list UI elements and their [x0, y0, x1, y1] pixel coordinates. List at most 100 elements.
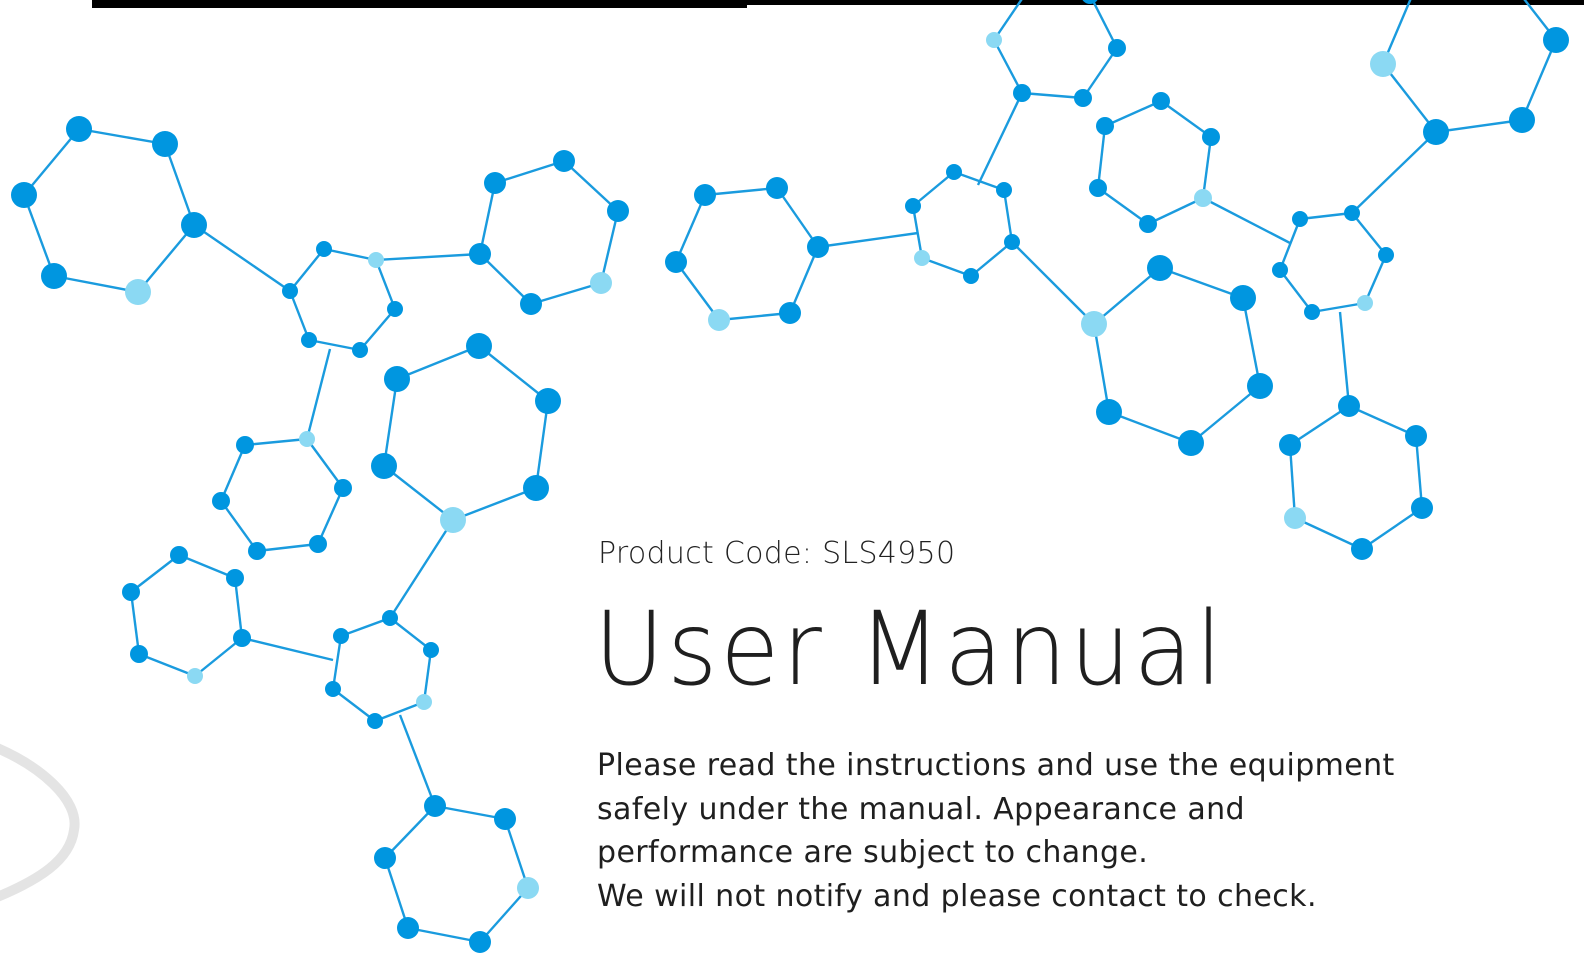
- atom-node: [226, 569, 244, 587]
- atom-node: [301, 332, 317, 348]
- bond-line: [1159, 266, 1244, 300]
- atom-node: [1411, 497, 1433, 519]
- atom-node: [1178, 430, 1204, 456]
- bond-line: [137, 224, 195, 293]
- atom-node: [416, 694, 432, 710]
- atom-node: [517, 877, 539, 899]
- atom-node: [665, 251, 687, 273]
- bond-line: [78, 127, 166, 146]
- bond-line: [1351, 131, 1437, 214]
- bond-line: [193, 224, 291, 292]
- atom-node: [996, 182, 1012, 198]
- bond-line: [817, 231, 919, 249]
- page-title: User Manual: [594, 589, 1226, 709]
- atom-node: [152, 131, 178, 157]
- bond-line: [1348, 404, 1417, 438]
- atom-node: [170, 546, 188, 564]
- bond-line: [375, 252, 481, 262]
- bond-line: [178, 553, 236, 580]
- manual-cover-page: Product Code: SLS4950 User Manual Please…: [0, 0, 1584, 963]
- bond-line: [1147, 196, 1204, 226]
- atom-node: [66, 116, 92, 142]
- bond-line: [130, 554, 180, 593]
- bond-line: [359, 308, 396, 351]
- atom-node: [1344, 205, 1360, 221]
- atom-node: [466, 333, 492, 359]
- atom-node: [523, 475, 549, 501]
- atom-node: [535, 388, 561, 414]
- atom-node: [352, 342, 368, 358]
- bond-line: [305, 348, 332, 440]
- atom-node: [181, 212, 207, 238]
- atom-node: [367, 713, 383, 729]
- bond-line: [1435, 118, 1523, 134]
- atom-node: [384, 366, 410, 392]
- atom-node: [469, 243, 491, 265]
- notice-line: We will not notify and please contact to…: [597, 878, 1317, 914]
- bond-line: [306, 438, 344, 489]
- atom-node: [1074, 89, 1092, 107]
- atom-node: [11, 182, 37, 208]
- atom-node: [1082, 0, 1098, 4]
- atom-node: [607, 200, 629, 222]
- bond-line: [452, 486, 537, 522]
- atom-node: [325, 681, 341, 697]
- atom-node: [1509, 107, 1535, 133]
- bond-line: [1202, 196, 1291, 245]
- notice-line: performance are subject to change.: [597, 835, 1149, 870]
- atom-node: [187, 668, 203, 684]
- atom-node: [397, 917, 419, 939]
- atom-node: [1284, 507, 1306, 529]
- atom-node: [1152, 92, 1170, 110]
- bond-line: [316, 487, 345, 545]
- atom-node: [1147, 255, 1173, 281]
- bond-line: [976, 92, 1024, 186]
- atom-node: [1423, 119, 1449, 145]
- atom-node: [1096, 399, 1122, 425]
- atom-node: [1089, 179, 1107, 197]
- bond-line: [599, 210, 620, 284]
- bond-line: [534, 400, 550, 489]
- bond-line: [1011, 241, 1095, 325]
- atom-node: [963, 268, 979, 284]
- atom-node: [694, 184, 716, 206]
- bond-line: [1201, 136, 1213, 199]
- atom-node: [1096, 117, 1114, 135]
- atom-node: [212, 492, 230, 510]
- atom-node: [248, 542, 266, 560]
- atom-node: [1272, 262, 1288, 278]
- notice-line: Please read the instructions and use the…: [597, 748, 1395, 783]
- atom-node: [905, 198, 921, 214]
- atom-node: [520, 293, 542, 315]
- atom-node: [708, 309, 730, 331]
- atom-node: [553, 150, 575, 172]
- atom-node: [946, 164, 962, 180]
- bond-line: [478, 345, 549, 402]
- atom-node: [1304, 304, 1320, 320]
- bond-line: [331, 635, 343, 690]
- notice-line: safely under the manual. Appearance and: [597, 791, 1245, 827]
- atom-node: [1357, 295, 1373, 311]
- atom-node: [779, 302, 801, 324]
- bond-line: [1082, 47, 1118, 99]
- bond-line: [1311, 301, 1366, 314]
- bond-line: [383, 857, 410, 929]
- atom-node: [233, 629, 251, 647]
- atom-node: [41, 263, 67, 289]
- bond-line: [1108, 410, 1192, 445]
- bond-line: [1351, 212, 1387, 256]
- atom-node: [130, 645, 148, 663]
- atom-node: [766, 177, 788, 199]
- atom-node: [1370, 51, 1396, 77]
- bond-line: [388, 519, 455, 619]
- bond-line: [396, 344, 480, 381]
- bond-line: [382, 378, 399, 467]
- atom-node: [236, 436, 254, 454]
- atom-node: [807, 236, 829, 258]
- atom-node: [334, 479, 352, 497]
- bond-line: [233, 577, 244, 639]
- atom-node: [1405, 425, 1427, 447]
- atom-node: [440, 507, 466, 533]
- atom-node: [299, 431, 315, 447]
- bond-line: [1241, 297, 1262, 387]
